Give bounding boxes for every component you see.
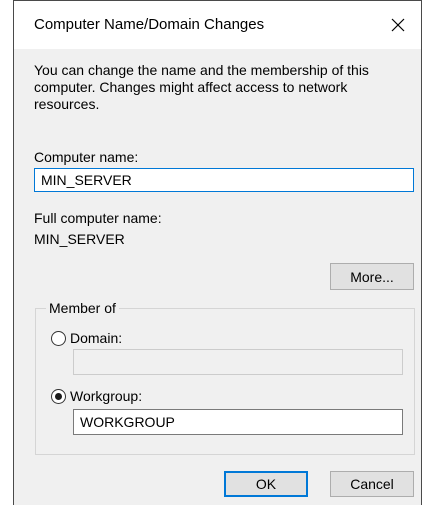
close-button[interactable] (375, 1, 421, 49)
workgroup-input[interactable] (73, 409, 403, 435)
member-of-legend: Member of (46, 300, 119, 316)
domain-radio[interactable] (51, 331, 66, 346)
member-of-group: Member of Domain: Workgroup: (35, 300, 415, 455)
computer-name-dialog: Computer Name/Domain Changes You can cha… (13, 0, 422, 505)
full-computer-name-label: Full computer name: (34, 210, 162, 226)
dialog-description: You can change the name and the membersh… (34, 62, 369, 112)
full-computer-name-value: MIN_SERVER (34, 231, 125, 247)
workgroup-radio-selected-dot (55, 393, 62, 400)
close-icon (391, 18, 405, 32)
computer-name-label: Computer name: (34, 149, 139, 165)
workgroup-radio[interactable] (51, 389, 66, 404)
more-button[interactable]: More... (330, 263, 414, 290)
ok-button[interactable]: OK (224, 471, 308, 497)
cancel-button[interactable]: Cancel (330, 471, 414, 497)
domain-label: Domain: (70, 330, 123, 346)
domain-input[interactable] (73, 349, 403, 375)
title-bar: Computer Name/Domain Changes (14, 1, 421, 49)
computer-name-input[interactable] (34, 168, 414, 192)
workgroup-label: Workgroup: (70, 388, 143, 404)
dialog-title: Computer Name/Domain Changes (34, 16, 265, 33)
